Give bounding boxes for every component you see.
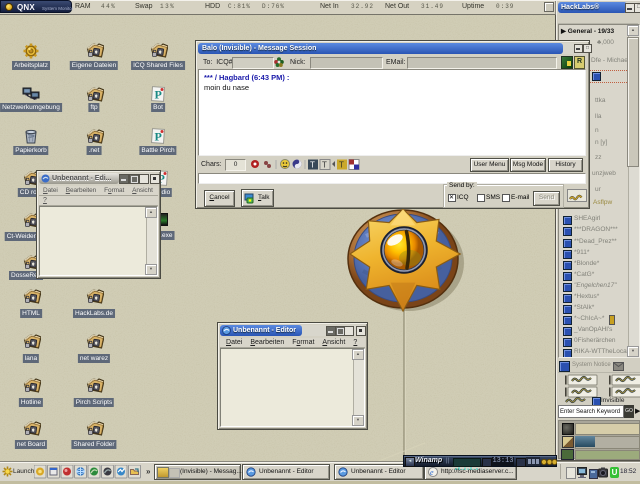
svg-text:e: e <box>430 468 434 477</box>
svg-text:T: T <box>322 161 327 170</box>
svg-text:T: T <box>310 161 315 170</box>
svg-text:T: T <box>339 161 344 170</box>
